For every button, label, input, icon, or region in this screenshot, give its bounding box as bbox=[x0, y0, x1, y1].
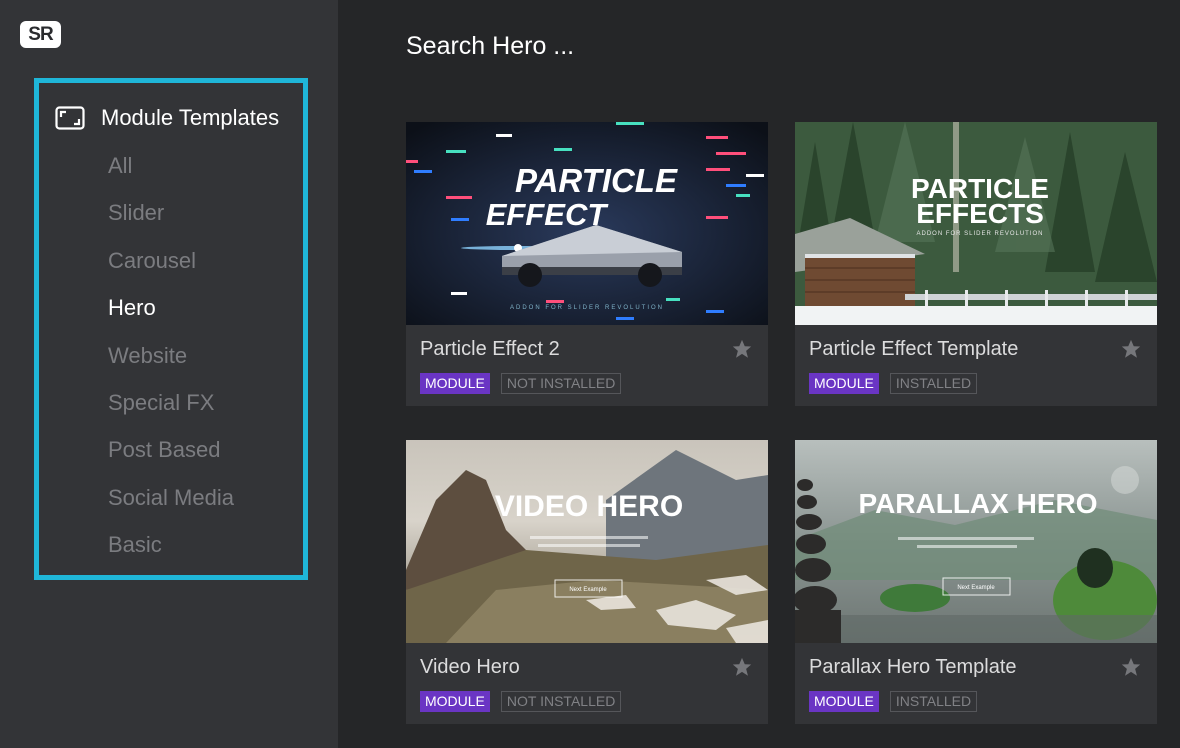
status-badge: NOT INSTALLED bbox=[500, 691, 622, 712]
status-badge: INSTALLED bbox=[889, 691, 978, 712]
star-icon[interactable] bbox=[1120, 656, 1142, 678]
template-card[interactable]: VIDEO HERO Next Example Video Hero MODUL… bbox=[406, 440, 768, 724]
template-thumbnail[interactable]: PARTICLE EFFECT ADDON FOR SLIDER REVOLUT… bbox=[406, 122, 768, 325]
tag-group: MODULE NOT INSTALLED bbox=[420, 691, 622, 712]
category-basic[interactable]: Basic bbox=[108, 528, 234, 575]
template-card[interactable]: PARALLAX HERO Next Example Parallax Hero… bbox=[795, 440, 1157, 724]
template-title[interactable]: Video Hero bbox=[420, 656, 520, 679]
status-badge: NOT INSTALLED bbox=[500, 373, 622, 394]
sr-logo[interactable]: SR bbox=[20, 21, 61, 48]
category-social-media[interactable]: Social Media bbox=[108, 481, 234, 528]
thumb-title-line2: EFFECTS bbox=[916, 198, 1044, 229]
module-badge: MODULE bbox=[809, 691, 879, 712]
template-title[interactable]: Parallax Hero Template bbox=[809, 656, 1017, 679]
status-badge: INSTALLED bbox=[889, 373, 978, 394]
template-title[interactable]: Particle Effect 2 bbox=[420, 338, 560, 361]
module-badge: MODULE bbox=[809, 373, 879, 394]
menu-header: Module Templates bbox=[55, 103, 279, 133]
star-icon[interactable] bbox=[1120, 338, 1142, 360]
category-post-based[interactable]: Post Based bbox=[108, 433, 234, 480]
tag-group: MODULE INSTALLED bbox=[809, 373, 978, 394]
thumb-title-line1: PARTICLE bbox=[515, 162, 678, 199]
template-card[interactable]: PARTICLE EFFECT ADDON FOR SLIDER REVOLUT… bbox=[406, 122, 768, 406]
frame-icon bbox=[55, 106, 85, 130]
category-special-fx[interactable]: Special FX bbox=[108, 386, 234, 433]
thumb-next-example-button: Next Example bbox=[957, 585, 995, 591]
search-input[interactable]: Search Hero ... bbox=[406, 32, 574, 61]
category-list: All Slider Carousel Hero Website Special… bbox=[108, 149, 234, 576]
star-icon[interactable] bbox=[731, 656, 753, 678]
category-all[interactable]: All bbox=[108, 149, 234, 196]
template-card[interactable]: PARTICLE EFFECTS ADDON FOR SLIDER REVOLU… bbox=[795, 122, 1157, 406]
template-thumbnail[interactable]: VIDEO HERO Next Example bbox=[406, 440, 768, 643]
sidebar: SR Module Templates All Slider Carousel … bbox=[0, 0, 338, 748]
category-carousel[interactable]: Carousel bbox=[108, 244, 234, 291]
module-badge: MODULE bbox=[420, 691, 490, 712]
template-thumbnail[interactable]: PARTICLE EFFECTS ADDON FOR SLIDER REVOLU… bbox=[795, 122, 1157, 325]
thumb-title-line1: PARALLAX HERO bbox=[858, 488, 1097, 519]
category-slider[interactable]: Slider bbox=[108, 196, 234, 243]
thumb-next-example-button: Next Example bbox=[569, 587, 607, 593]
menu-header-title: Module Templates bbox=[101, 105, 280, 130]
category-website[interactable]: Website bbox=[108, 339, 234, 386]
thumb-subtitle: ADDON FOR SLIDER REVOLUTION bbox=[510, 305, 664, 311]
star-icon[interactable] bbox=[731, 338, 753, 360]
thumb-title-line1: VIDEO HERO bbox=[495, 490, 683, 523]
module-badge: MODULE bbox=[420, 373, 490, 394]
template-title[interactable]: Particle Effect Template bbox=[809, 338, 1018, 361]
template-thumbnail[interactable]: PARALLAX HERO Next Example bbox=[795, 440, 1157, 643]
thumb-subtitle: ADDON FOR SLIDER REVOLUTION bbox=[916, 231, 1043, 237]
category-hero[interactable]: Hero bbox=[108, 291, 234, 338]
tag-group: MODULE INSTALLED bbox=[809, 691, 978, 712]
tag-group: MODULE NOT INSTALLED bbox=[420, 373, 622, 394]
module-templates-menu: Module Templates All Slider Carousel Her… bbox=[34, 78, 308, 580]
